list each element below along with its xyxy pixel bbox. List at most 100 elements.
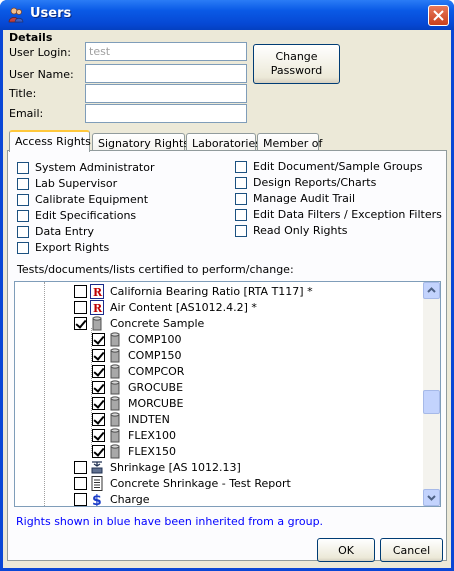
tree-checkbox[interactable] [92, 428, 105, 442]
tree-item[interactable]: Concrete Shrinkage - Test Report [74, 475, 291, 491]
checkbox-box[interactable] [17, 209, 29, 222]
tree-checkbox[interactable] [74, 476, 87, 490]
tree-checkbox[interactable] [74, 492, 87, 506]
tree-item-label: Concrete Shrinkage - Test Report [110, 476, 291, 490]
user-login-field: test [85, 42, 247, 61]
tree-item[interactable]: FLEX150 [92, 443, 176, 459]
edit-document-groups-checkbox[interactable]: Edit Document/Sample Groups [235, 160, 422, 173]
tab-access-rights[interactable]: Access Rights [9, 130, 91, 152]
document-icon [90, 475, 104, 491]
tree-item-label: GROCUBE [128, 380, 184, 394]
scroll-down-button[interactable] [423, 489, 440, 506]
checkbox-box[interactable] [17, 193, 29, 206]
dollar-icon: $ [90, 492, 104, 507]
checkbox-box[interactable] [235, 160, 247, 173]
tree-item[interactable]: Concrete Sample [74, 315, 204, 331]
manage-audit-trail-checkbox[interactable]: Manage Audit Trail [235, 192, 355, 205]
checkbox-box[interactable] [235, 192, 247, 205]
dialog-body: Details User Login: test User Name: Titl… [3, 30, 451, 568]
read-only-rights-checkbox[interactable]: Read Only Rights [235, 224, 348, 237]
tree-item-label: COMP100 [128, 332, 182, 346]
change-password-button[interactable]: Change Password [253, 44, 340, 84]
cylinder-icon [108, 379, 122, 395]
report-r-icon: R [90, 283, 104, 299]
chevron-down-icon [427, 495, 436, 501]
tree-checkbox[interactable] [74, 460, 87, 474]
design-reports-checkbox[interactable]: Design Reports/Charts [235, 176, 376, 189]
checkbox-label: Manage Audit Trail [253, 192, 356, 205]
tree-checkbox[interactable] [92, 380, 105, 394]
export-rights-checkbox[interactable]: Export Rights [17, 241, 109, 254]
checkbox-box[interactable] [235, 224, 247, 237]
tree-item-label: COMP150 [128, 348, 182, 362]
tree-item-label: Air Content [AS1012.4.2] * [110, 300, 257, 314]
tree-checkbox[interactable] [74, 316, 87, 330]
cylinder-icon [108, 411, 122, 427]
tree-checkbox[interactable] [92, 332, 105, 346]
tree-checkbox[interactable] [92, 348, 105, 362]
cylinder-icon [108, 363, 122, 379]
tree-item[interactable]: GROCUBE [92, 379, 183, 395]
access-rights-panel: System Administrator Lab Supervisor Cali… [7, 150, 447, 561]
tree-item[interactable]: COMP150 [92, 347, 181, 363]
scroll-up-button[interactable] [423, 282, 440, 299]
scroll-thumb[interactable] [423, 390, 440, 414]
checkbox-label: Design Reports/Charts [253, 176, 377, 189]
title-field[interactable] [85, 84, 247, 103]
tree-checkbox[interactable] [92, 364, 105, 378]
edit-data-filters-checkbox[interactable]: Edit Data Filters / Exception Filters [235, 208, 442, 221]
checkbox-box[interactable] [17, 161, 29, 174]
checkbox-label: Read Only Rights [253, 224, 348, 237]
svg-text:R: R [93, 286, 103, 299]
checkbox-box[interactable] [17, 177, 29, 190]
data-entry-checkbox[interactable]: Data Entry [17, 225, 94, 238]
system-administrator-checkbox[interactable]: System Administrator [17, 161, 155, 174]
checkbox-label: Calibrate Equipment [35, 193, 149, 206]
tree-label: Tests/documents/lists certified to perfo… [17, 263, 294, 276]
tree-item-label: FLEX150 [128, 444, 176, 458]
title-bar[interactable]: Users [0, 0, 454, 30]
change-password-label-1: Change [275, 50, 318, 63]
user-name-label: User Name: [9, 68, 74, 81]
email-label: Email: [9, 107, 44, 120]
tree-checkbox[interactable] [92, 444, 105, 458]
email-field[interactable] [85, 104, 247, 123]
user-login-label: User Login: [9, 46, 71, 59]
lab-supervisor-checkbox[interactable]: Lab Supervisor [17, 177, 117, 190]
tree-item[interactable]: Shrinkage [AS 1012.13] [74, 459, 241, 475]
users-icon [8, 7, 24, 23]
edit-specifications-checkbox[interactable]: Edit Specifications [17, 209, 136, 222]
cancel-button[interactable]: Cancel [380, 538, 443, 562]
details-group-label: Details [9, 31, 53, 44]
tree-item[interactable]: $ Charge [74, 491, 149, 507]
ok-button[interactable]: OK [317, 538, 375, 562]
tree-item[interactable]: INDTEN [92, 411, 170, 427]
tree-item[interactable]: FLEX100 [92, 427, 176, 443]
tree-item-label: COMPCOR [128, 364, 185, 378]
checkbox-label: Edit Document/Sample Groups [253, 160, 423, 173]
tree-item[interactable]: MORCUBE [92, 395, 183, 411]
svg-text:$: $ [92, 493, 102, 507]
tree-item[interactable]: COMP100 [92, 331, 181, 347]
checkbox-box[interactable] [17, 225, 29, 238]
tree-checkbox[interactable] [74, 300, 87, 314]
checkbox-box[interactable] [17, 241, 29, 254]
svg-text:R: R [93, 302, 103, 315]
cylinder-icon [108, 395, 122, 411]
user-name-field[interactable] [85, 64, 247, 83]
close-button[interactable] [428, 5, 449, 26]
tree-item[interactable]: COMPCOR [92, 363, 184, 379]
tree-checkbox[interactable] [74, 284, 87, 298]
tree-checkbox[interactable] [92, 396, 105, 410]
window-title: Users [30, 6, 72, 21]
cylinder-icon [108, 331, 122, 347]
tree-scrollbar[interactable] [423, 282, 440, 506]
tree-checkbox[interactable] [92, 412, 105, 426]
tree-item[interactable]: R California Bearing Ratio [RTA T117] * [74, 283, 313, 299]
checkbox-box[interactable] [235, 208, 247, 221]
checkbox-label: Data Entry [35, 225, 95, 238]
tree-item[interactable]: R Air Content [AS1012.4.2] * [74, 299, 257, 315]
certification-tree[interactable]: R California Bearing Ratio [RTA T117] * … [14, 281, 441, 507]
checkbox-box[interactable] [235, 176, 247, 189]
calibrate-equipment-checkbox[interactable]: Calibrate Equipment [17, 193, 148, 206]
